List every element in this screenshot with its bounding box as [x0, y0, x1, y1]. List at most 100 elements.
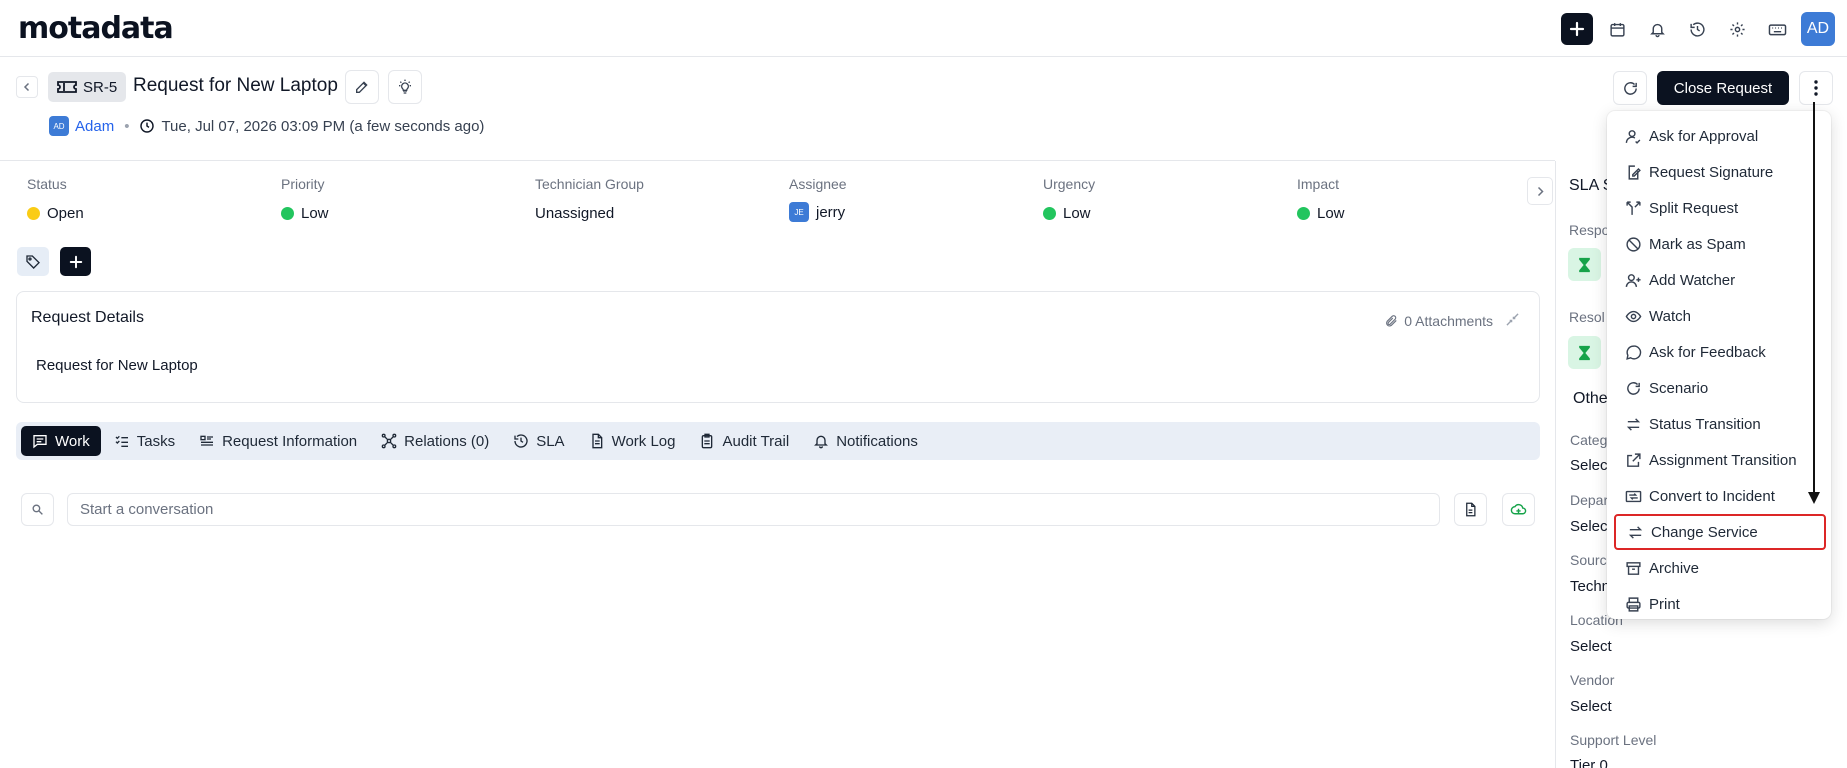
document-icon — [589, 433, 605, 449]
location-value[interactable]: Select — [1570, 638, 1612, 655]
tab-notifications[interactable]: Notifications — [802, 426, 929, 456]
gear-icon[interactable] — [1721, 13, 1753, 45]
menu-item-convert-to-incident[interactable]: Convert to Incident — [1607, 478, 1831, 514]
tag-icon — [25, 254, 41, 270]
menu-item-split-request[interactable]: Split Request — [1607, 190, 1831, 226]
search-button[interactable] — [21, 493, 54, 526]
signature-icon — [1625, 164, 1642, 181]
urgency-value: Low — [1063, 205, 1091, 222]
add-tag-button[interactable] — [60, 247, 91, 276]
tab-audit-trail[interactable]: Audit Trail — [688, 426, 800, 456]
ai-assist-button[interactable] — [1502, 493, 1535, 526]
lightbulb-icon — [397, 79, 413, 95]
expand-panel-button[interactable] — [1527, 177, 1553, 205]
menu-item-label: Status Transition — [1649, 415, 1761, 433]
assignee-value: jerry — [816, 203, 846, 221]
created-timestamp: Tue, Jul 07, 2026 03:09 PM (a few second… — [161, 117, 485, 135]
collapse-icon[interactable] — [1506, 313, 1519, 326]
keyboard-icon[interactable] — [1761, 13, 1793, 45]
archive-icon — [1625, 560, 1642, 577]
department-label: Depar — [1570, 492, 1609, 508]
edit-button[interactable] — [345, 70, 379, 104]
tab-work[interactable]: Work — [21, 426, 101, 456]
tab-relations[interactable]: Relations (0) — [370, 426, 500, 456]
menu-item-label: Convert to Incident — [1649, 487, 1775, 505]
vendor-value[interactable]: Select — [1570, 698, 1612, 715]
attach-file-button[interactable] — [1454, 493, 1487, 526]
close-request-button[interactable]: Close Request — [1657, 71, 1789, 105]
app-logo[interactable]: motadata — [18, 10, 174, 48]
more-actions-button[interactable] — [1799, 71, 1833, 105]
tab-sla[interactable]: SLA — [502, 426, 575, 456]
back-button[interactable] — [16, 76, 38, 98]
menu-item-request-signature[interactable]: Request Signature — [1607, 154, 1831, 190]
menu-item-ask-for-approval[interactable]: Ask for Approval — [1607, 118, 1831, 154]
menu-item-scenario[interactable]: Scenario — [1607, 370, 1831, 406]
tab-label: Relations (0) — [404, 432, 490, 450]
menu-item-archive[interactable]: Archive — [1607, 550, 1831, 586]
tab-label: SLA — [536, 432, 565, 450]
attachments-link[interactable]: 0 Attachments — [1384, 313, 1493, 329]
separator-dot: • — [124, 117, 130, 135]
assignee-avatar: JE — [789, 202, 809, 222]
menu-item-label: Scenario — [1649, 379, 1709, 397]
bell-icon[interactable] — [1641, 13, 1673, 45]
user-plus-icon — [1625, 272, 1642, 289]
source-value[interactable]: Techn — [1570, 578, 1610, 595]
source-label: Sourc — [1570, 552, 1607, 568]
clipboard-icon — [699, 433, 715, 449]
menu-item-label: Change Service — [1651, 523, 1758, 541]
refresh-icon — [1625, 380, 1642, 397]
technician-group-field[interactable]: Technician Group Unassigned — [535, 176, 644, 222]
request-details-title: Request Details — [31, 309, 144, 326]
impact-dot — [1297, 207, 1310, 220]
ticket-icon — [57, 80, 77, 94]
tab-label: Tasks — [136, 432, 176, 450]
request-description: Request for New Laptop — [36, 357, 198, 374]
status-field[interactable]: Status Open — [27, 176, 84, 222]
conversation-input[interactable]: Start a conversation — [67, 493, 1440, 526]
resolution-label: Resol — [1569, 309, 1605, 325]
menu-item-label: Watch — [1649, 307, 1691, 325]
priority-value: Low — [301, 205, 329, 222]
menu-item-assignment-transition[interactable]: Assignment Transition — [1607, 442, 1831, 478]
menu-item-ask-for-feedback[interactable]: Ask for Feedback — [1607, 334, 1831, 370]
tab-label: Audit Trail — [722, 432, 790, 450]
suggest-button[interactable] — [388, 70, 422, 104]
chevron-right-icon — [1536, 186, 1545, 197]
convert-icon — [1625, 488, 1642, 505]
split-icon — [1625, 200, 1642, 217]
support-level-value[interactable]: Tier 0 — [1570, 757, 1608, 768]
tab-request-information[interactable]: Request Information — [188, 426, 368, 456]
menu-item-label: Assignment Transition — [1649, 451, 1797, 469]
menu-item-print[interactable]: Print — [1607, 586, 1831, 622]
requester-link[interactable]: Adam — [75, 118, 114, 135]
menu-item-watch[interactable]: Watch — [1607, 298, 1831, 334]
department-value[interactable]: Select — [1570, 518, 1612, 535]
menu-item-status-transition[interactable]: Status Transition — [1607, 406, 1831, 442]
tab-work-log[interactable]: Work Log — [578, 426, 687, 456]
impact-field[interactable]: Impact Low — [1297, 176, 1345, 222]
impact-label: Impact — [1297, 176, 1340, 192]
calendar-icon[interactable] — [1601, 13, 1633, 45]
ban-icon — [1625, 236, 1642, 253]
plus-icon — [69, 255, 83, 269]
history-icon[interactable] — [1681, 13, 1713, 45]
tab-tasks[interactable]: Tasks — [103, 426, 186, 456]
menu-item-mark-as-spam[interactable]: Mark as Spam — [1607, 226, 1831, 262]
tags-button[interactable] — [17, 247, 49, 276]
priority-field[interactable]: Priority Low — [281, 176, 329, 222]
plus-icon[interactable] — [1561, 13, 1593, 45]
priority-label: Priority — [281, 176, 325, 192]
form-icon — [199, 433, 215, 449]
menu-item-add-watcher[interactable]: Add Watcher — [1607, 262, 1831, 298]
menu-item-change-service[interactable]: Change Service — [1614, 514, 1826, 550]
user-avatar[interactable]: AD — [1801, 12, 1835, 46]
assignee-field[interactable]: Assignee JE jerry — [789, 176, 847, 222]
search-icon — [31, 503, 44, 516]
more-actions-menu: Ask for Approval Request Signature Split… — [1607, 111, 1831, 619]
category-value[interactable]: Select — [1570, 457, 1612, 474]
urgency-field[interactable]: Urgency Low — [1043, 176, 1095, 222]
refresh-icon — [1622, 80, 1639, 97]
refresh-button[interactable] — [1613, 71, 1647, 105]
